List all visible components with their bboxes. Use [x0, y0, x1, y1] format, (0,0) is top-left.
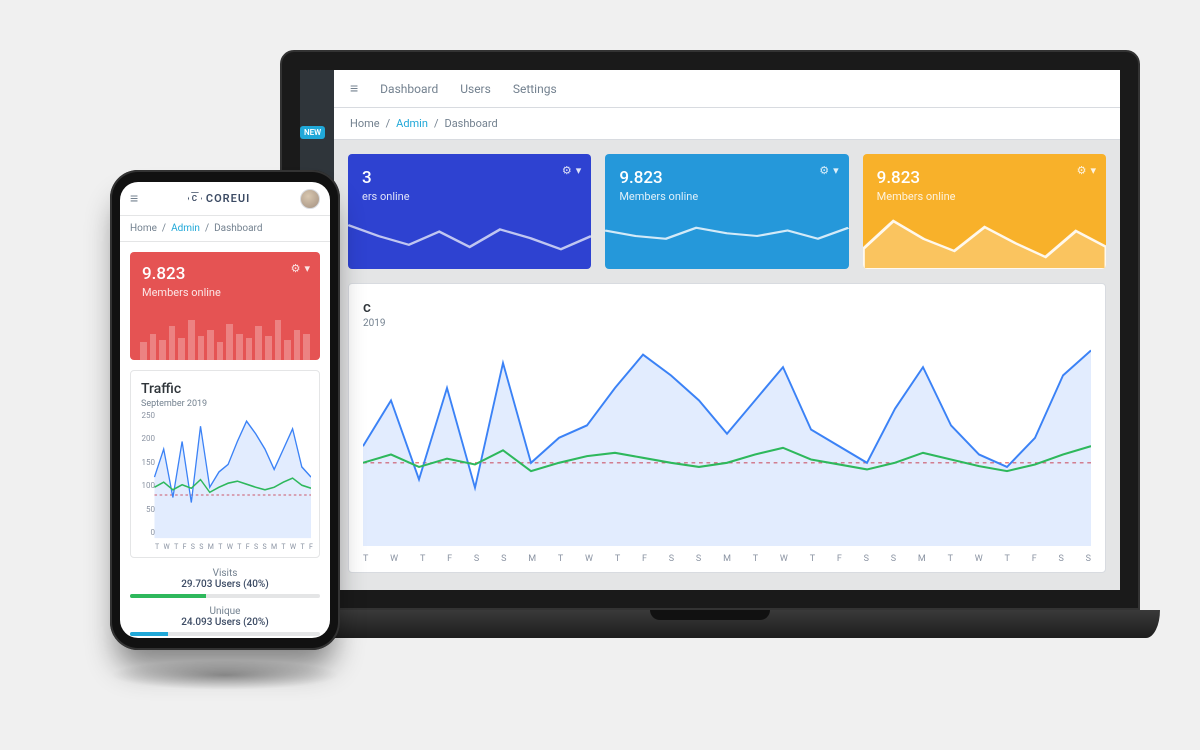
laptop-mockup: NEW ≡ Dashboard Users Settings Home / Ad…	[260, 50, 1160, 640]
laptop-base	[260, 610, 1160, 638]
stat-card-red[interactable]: 9.823 Members online ⚙ ▾	[130, 252, 320, 360]
logo-icon: C	[188, 192, 202, 206]
chevron-down-icon: ▾	[576, 164, 582, 177]
phone-header: ≡ C COREUI	[120, 182, 330, 216]
laptop-notch	[650, 610, 770, 620]
stat-label: Members online	[619, 190, 834, 203]
nav-link-users[interactable]: Users	[460, 82, 491, 96]
new-badge: NEW	[300, 126, 325, 139]
stat-card-lightblue[interactable]: 9.823 Members online ⚙ ▾	[605, 154, 848, 269]
traffic-panel: c 2019 TWTFSSMTWTFSSMTWTFSSMTWTFSS	[348, 283, 1106, 573]
stat-value: 3	[362, 168, 577, 188]
stat-value: 9.823	[619, 168, 834, 188]
laptop-screen: NEW ≡ Dashboard Users Settings Home / Ad…	[300, 70, 1120, 590]
traffic-chart	[363, 338, 1091, 546]
stat-label: Members online	[142, 286, 308, 299]
breadcrumb-home[interactable]: Home	[350, 117, 380, 130]
stat-label: Visits	[130, 568, 320, 579]
laptop-bezel: NEW ≡ Dashboard Users Settings Home / Ad…	[280, 50, 1140, 610]
nav-link-settings[interactable]: Settings	[513, 82, 557, 96]
breadcrumb-sep: /	[386, 117, 391, 130]
stat-value: 9.823	[877, 168, 1092, 188]
avatar[interactable]	[300, 189, 320, 209]
stat-card-yellow[interactable]: 9.823 Members online ⚙ ▾	[863, 154, 1106, 269]
summary-stats: Visits 29.703 Users (40%) Unique 24.093 …	[120, 568, 330, 636]
card-menu[interactable]: ⚙ ▾	[819, 164, 838, 177]
hamburger-icon[interactable]: ≡	[350, 80, 358, 97]
stat-unique: Unique 24.093 Users (20%)	[130, 606, 320, 636]
chevron-down-icon: ▾	[304, 262, 310, 275]
breadcrumb-admin[interactable]: Admin	[171, 223, 200, 234]
nav-link-dashboard[interactable]: Dashboard	[380, 82, 438, 96]
traffic-title: Traffic	[141, 381, 309, 397]
traffic-subtitle: September 2019	[141, 399, 309, 409]
breadcrumb: Home / Admin / Dashboard	[334, 108, 1120, 140]
phone-screen: ≡ C COREUI Home / Admin / Dashboard 9.82…	[120, 182, 330, 638]
breadcrumb-current: Dashboard	[444, 117, 497, 130]
breadcrumb: Home / Admin / Dashboard	[120, 216, 330, 242]
card-menu[interactable]: ⚙ ▾	[291, 262, 310, 275]
breadcrumb-sep: /	[434, 117, 439, 130]
breadcrumb-home[interactable]: Home	[130, 223, 157, 234]
stat-cards-row: 3 ers online ⚙ ▾ 9.823	[334, 140, 1120, 283]
gear-icon: ⚙	[1077, 164, 1087, 177]
traffic-chart	[139, 411, 311, 551]
traffic-subtitle: 2019	[363, 318, 1091, 329]
brand-name: COREUI	[206, 192, 250, 205]
progress-bar	[130, 594, 320, 598]
chevron-down-icon: ▾	[833, 164, 839, 177]
brand-logo[interactable]: C COREUI	[188, 192, 250, 206]
stat-label: Unique	[130, 606, 320, 617]
stat-label: Members online	[877, 190, 1092, 203]
sparkline	[348, 214, 591, 269]
stat-value: 29.703 Users (40%)	[130, 579, 320, 590]
hamburger-icon[interactable]: ≡	[130, 190, 138, 207]
gear-icon: ⚙	[562, 164, 572, 177]
breadcrumb-sep: /	[205, 223, 209, 234]
gear-icon: ⚙	[291, 262, 301, 275]
progress-bar	[130, 632, 320, 636]
stat-label: ers online	[362, 190, 577, 203]
card-menu[interactable]: ⚙ ▾	[1077, 164, 1096, 177]
traffic-panel: Traffic September 2019 250200150100500 T…	[130, 370, 320, 558]
stat-visits: Visits 29.703 Users (40%)	[130, 568, 320, 598]
card-menu[interactable]: ⚙ ▾	[562, 164, 581, 177]
sparkline	[605, 214, 848, 269]
sparkline-bars	[130, 314, 320, 360]
traffic-title: c	[363, 298, 1091, 316]
breadcrumb-current: Dashboard	[214, 223, 262, 234]
stat-value: 24.093 Users (20%)	[130, 617, 320, 628]
breadcrumb-sep: /	[162, 223, 166, 234]
chevron-down-icon: ▾	[1090, 164, 1096, 177]
x-axis-days: TWTFSSMTWTFSSMTWTFSSMTWTFSS	[363, 554, 1091, 564]
top-nav: ≡ Dashboard Users Settings	[334, 70, 1120, 108]
main-area: ≡ Dashboard Users Settings Home / Admin …	[334, 70, 1120, 590]
x-axis-ticks: TWTFSSMTWTFSSMTWTF	[155, 543, 313, 551]
stat-value: 9.823	[142, 264, 308, 284]
phone-mockup: ≡ C COREUI Home / Admin / Dashboard 9.82…	[110, 170, 340, 650]
phone-shadow	[110, 660, 340, 690]
gear-icon: ⚙	[819, 164, 829, 177]
sparkline	[863, 214, 1106, 269]
breadcrumb-admin[interactable]: Admin	[396, 117, 428, 130]
stat-card-blue[interactable]: 3 ers online ⚙ ▾	[348, 154, 591, 269]
